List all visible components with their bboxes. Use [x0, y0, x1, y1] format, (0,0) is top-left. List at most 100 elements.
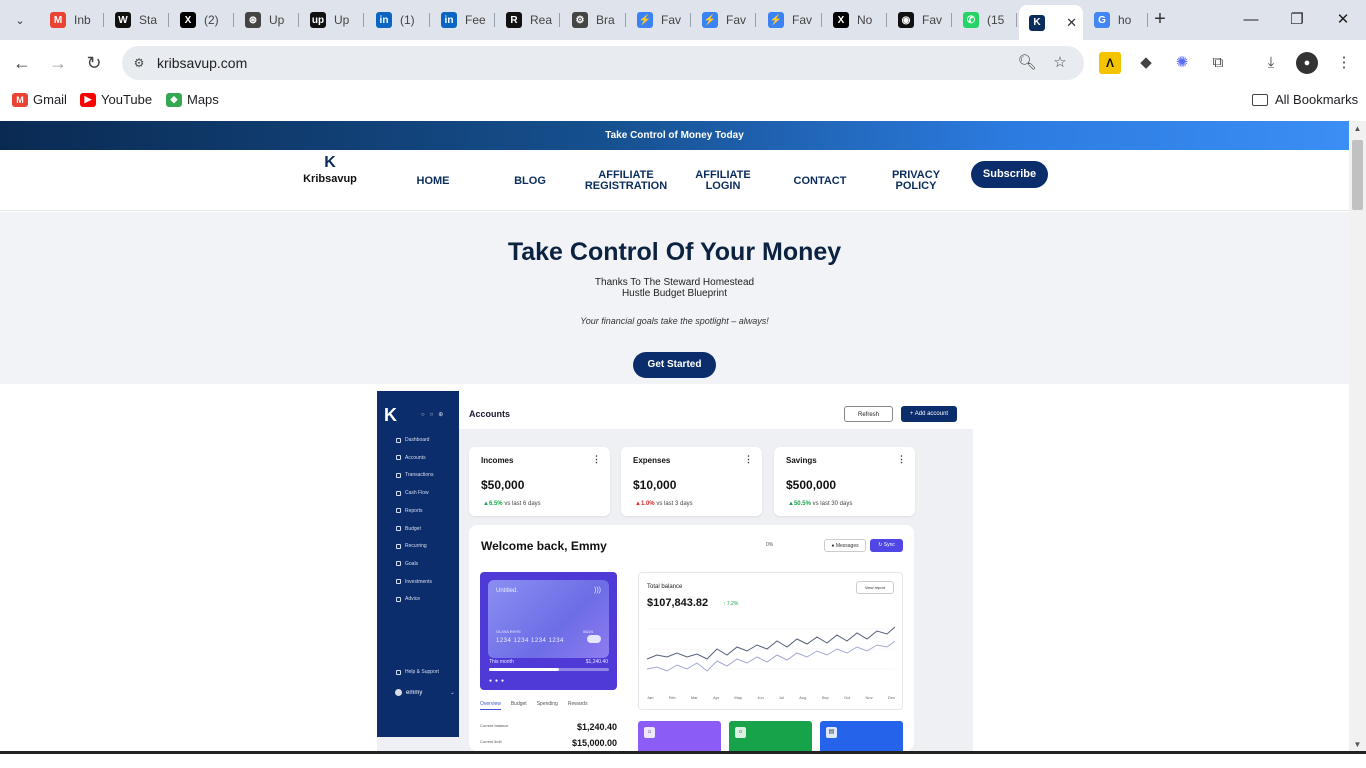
- scroll-down-arrow-icon[interactable]: ▼: [1349, 740, 1366, 749]
- stat-label: Incomes: [481, 456, 514, 465]
- browser-tab[interactable]: M Inb: [40, 5, 104, 35]
- tab-separator: [233, 13, 234, 27]
- browser-tab-label: Sta: [139, 13, 158, 27]
- bolt-icon: ⚡: [768, 12, 784, 28]
- browser-tab[interactable]: X (2): [170, 5, 234, 35]
- tab-separator: [429, 13, 430, 27]
- browser-tab[interactable]: in (1): [366, 5, 430, 35]
- mockup-messages-button: ● Messages: [824, 539, 866, 552]
- mockup-sidebar-item: Goals: [396, 561, 418, 567]
- browser-tab[interactable]: X No: [823, 5, 887, 35]
- subscribe-button[interactable]: Subscribe: [971, 161, 1048, 188]
- tab-separator: [1147, 13, 1148, 27]
- downloads-icon[interactable]: ⤓: [1260, 52, 1282, 74]
- tab-separator: [559, 13, 560, 27]
- minimize-button[interactable]: —: [1241, 10, 1261, 30]
- close-tab-icon[interactable]: ✕: [1066, 15, 1077, 31]
- logo-text: Kribsavup: [303, 173, 357, 185]
- browser-tab[interactable]: ✆ (15: [953, 5, 1017, 35]
- bookmark-gmail[interactable]: M Gmail: [12, 92, 67, 107]
- extension-diamond-icon[interactable]: ◆: [1135, 52, 1157, 74]
- url-text[interactable]: kribsavup.com: [157, 55, 247, 71]
- tile-icon: ▤: [826, 727, 837, 738]
- kebab-icon: ⋮: [744, 454, 753, 464]
- close-window-button[interactable]: ✕: [1333, 10, 1353, 30]
- browser-tab[interactable]: in Fee: [431, 5, 495, 35]
- dashboard-mockup-image: K ○○⊕ Dashboard Accounts Transactions Cash …: [377, 391, 973, 751]
- mockup-feature-tile: ☼: [729, 721, 812, 751]
- month-tick-label: Jul: [778, 695, 785, 700]
- browser-tab[interactable]: ⚡ Fav: [627, 5, 691, 35]
- browser-tab-label: Fav: [726, 13, 747, 27]
- browser-tab-label: Fav: [661, 13, 682, 27]
- mockup-sidebar-item: Transactions: [396, 472, 433, 478]
- tab-separator: [755, 13, 756, 27]
- mockup-add-account-button: + Add account: [901, 406, 957, 422]
- all-bookmarks-button[interactable]: All Bookmarks: [1252, 92, 1358, 107]
- new-tab-button[interactable]: +: [1150, 9, 1170, 30]
- month-tick-label: Dec: [887, 695, 895, 700]
- all-bookmarks-label: All Bookmarks: [1275, 92, 1359, 107]
- stat-value: $50,000: [481, 478, 525, 492]
- mockup-card-name: Untitled.: [496, 588, 519, 594]
- month-tick-label: Apr: [712, 695, 720, 700]
- address-bar[interactable]: ⚙ kribsavup.com 🔍︎ ☆: [122, 46, 1084, 80]
- mockup-header: Accounts Refresh + Add account: [459, 391, 973, 429]
- site-info-icon[interactable]: ⚙: [130, 54, 148, 72]
- mockup-welcome-text: Welcome back, Emmy: [481, 539, 607, 553]
- bookmark-maps[interactable]: ◆ Maps: [166, 92, 219, 107]
- browser-tab[interactable]: ⚙ Bra: [562, 5, 626, 35]
- tab-separator: [1016, 13, 1017, 27]
- extensions-puzzle-icon[interactable]: ⧉: [1207, 52, 1229, 74]
- browser-tab[interactable]: ⚡ Fav: [758, 5, 822, 35]
- browser-tab[interactable]: K ✕: [1019, 5, 1083, 40]
- bookmark-label: Maps: [187, 92, 219, 107]
- stat-label: Savings: [786, 456, 817, 465]
- bookmark-youtube[interactable]: ▶ YouTube: [80, 92, 152, 107]
- extension-a-icon[interactable]: Λ: [1099, 52, 1121, 74]
- mockup-this-month-value: $1,240.40: [585, 659, 608, 665]
- taskbar-edge: [0, 751, 1366, 768]
- mockup-view-report-button: View report: [856, 581, 894, 594]
- forward-arrow-icon[interactable]: →: [46, 51, 70, 75]
- browser-tab[interactable]: ◉ Fav: [888, 5, 952, 35]
- nav-link-blog[interactable]: BLOG: [485, 160, 575, 202]
- nav-link-affiliate-registration[interactable]: AFFILIATE REGISTRATION: [581, 160, 671, 202]
- tab-separator: [494, 13, 495, 27]
- restore-button[interactable]: ❐: [1287, 10, 1307, 30]
- mockup-card-number: 1234 1234 1234 1234: [496, 638, 564, 644]
- bookmarks-bar: M Gmail ▶ YouTube ◆ Maps All Bookmarks: [0, 86, 1366, 114]
- extension-star-icon[interactable]: ✺: [1171, 52, 1193, 74]
- profile-avatar-icon[interactable]: ●: [1296, 52, 1318, 74]
- mockup-card-expiry: 06/24: [583, 629, 594, 634]
- site-logo[interactable]: K Kribsavup: [300, 155, 360, 200]
- mockup-month-progress: [489, 668, 609, 671]
- menu-kebab-icon[interactable]: ⋮: [1333, 52, 1355, 74]
- nav-link-home[interactable]: HOME: [388, 160, 478, 202]
- tab-search-chevron-icon[interactable]: ⌄: [8, 8, 32, 32]
- nav-link-affiliate-login[interactable]: AFFILIATE LOGIN: [678, 160, 768, 202]
- browser-tab[interactable]: ⚡ Fav: [692, 5, 756, 35]
- nav-link-contact[interactable]: CONTACT: [775, 160, 865, 202]
- scroll-up-arrow-icon[interactable]: ▲: [1349, 124, 1366, 133]
- tab-separator: [298, 13, 299, 27]
- browser-tab[interactable]: up Up: [300, 5, 364, 35]
- browser-tab[interactable]: ⊛ Up: [235, 5, 299, 35]
- scrollbar-thumb[interactable]: [1352, 140, 1363, 210]
- reload-icon[interactable]: ↻: [82, 51, 106, 75]
- browser-tab[interactable]: Gho: [1084, 5, 1148, 35]
- browser-tab[interactable]: R Rea: [496, 5, 560, 35]
- site-navbar: K Kribsavup HOME BLOG AFFILIATE REGISTRATI…: [0, 150, 1349, 211]
- mockup-total-balance-value: $107,843.82: [647, 597, 709, 609]
- back-arrow-icon[interactable]: ←: [10, 51, 34, 75]
- browser-tab[interactable]: W Sta: [105, 5, 169, 35]
- page-scrollbar[interactable]: ▲ ▼: [1349, 121, 1366, 751]
- bookmark-star-icon[interactable]: ☆: [1050, 53, 1070, 73]
- stat-change: ▲50.5% vs last 30 days: [788, 501, 853, 507]
- zoom-icon[interactable]: 🔍︎: [1017, 53, 1037, 73]
- mockup-card-toggle: [587, 635, 601, 643]
- nav-link-privacy-policy[interactable]: PRIVACY POLICY: [871, 160, 961, 202]
- get-started-button[interactable]: Get Started: [633, 352, 716, 378]
- stat-change: ▲1.0% vs last 3 days: [635, 501, 693, 507]
- stat-value: $500,000: [786, 478, 837, 492]
